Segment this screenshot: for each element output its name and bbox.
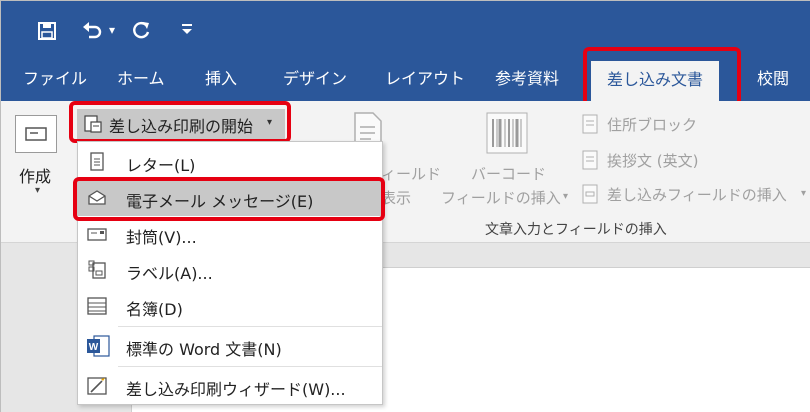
tab-file[interactable]: ファイル bbox=[23, 61, 87, 101]
menu-item-label: 差し込み印刷ウィザード(W)... bbox=[126, 380, 346, 399]
menu-separator bbox=[118, 326, 382, 327]
undo-dropdown-icon[interactable]: ▾ bbox=[109, 20, 115, 40]
greeting-line-icon bbox=[581, 150, 599, 174]
address-block-label: 住所ブロック bbox=[607, 116, 698, 134]
insert-merge-field-button[interactable]: 差し込みフィールドの挿入 ▾ bbox=[581, 181, 809, 207]
highlight-mailings-tab bbox=[583, 47, 741, 107]
create-button[interactable]: 作成 ▾ bbox=[9, 111, 65, 205]
create-label: 作成 bbox=[19, 167, 52, 186]
barcode-label-line1[interactable]: バーコード bbox=[471, 163, 546, 184]
menu-item-labels[interactable]: ラベル(A)... bbox=[78, 252, 382, 288]
word-document-icon: W bbox=[86, 335, 110, 357]
directory-icon bbox=[86, 295, 108, 317]
highlight-fields-label-line2: 表示 bbox=[381, 189, 412, 207]
redo-icon[interactable] bbox=[131, 21, 151, 46]
tab-references[interactable]: 参考資料 bbox=[495, 61, 559, 101]
insert-merge-field-icon bbox=[581, 184, 599, 208]
tab-review[interactable]: 校閲 bbox=[757, 61, 789, 101]
undo-icon[interactable] bbox=[81, 21, 103, 46]
labels-icon bbox=[86, 259, 108, 281]
insert-merge-field-label: 差し込みフィールドの挿入 bbox=[607, 186, 787, 204]
svg-text:W: W bbox=[89, 342, 99, 353]
menu-item-directory[interactable]: 名簿(D) bbox=[78, 288, 382, 324]
save-icon[interactable] bbox=[37, 21, 57, 46]
highlight-start-mail-merge bbox=[69, 101, 291, 143]
group-label-write-insert-fields: 文章入力とフィールドの挿入 bbox=[485, 222, 667, 238]
menu-item-label: レター(L) bbox=[126, 156, 196, 175]
menu-item-envelopes[interactable]: 封筒(V)... bbox=[78, 216, 382, 252]
barcode-icon bbox=[485, 111, 529, 159]
wizard-icon bbox=[86, 375, 108, 397]
address-block-icon bbox=[581, 114, 599, 138]
create-dropdown-icon: ▾ bbox=[35, 185, 41, 196]
highlight-fields-label-line1: ィールド bbox=[381, 165, 442, 183]
menu-item-label: ラベル(A)... bbox=[126, 264, 213, 283]
menu-item-mail-merge-wizard[interactable]: 差し込み印刷ウィザード(W)... bbox=[78, 368, 382, 404]
highlight-email-messages bbox=[73, 177, 385, 221]
tab-insert[interactable]: 挿入 bbox=[205, 61, 237, 101]
menu-item-label: 標準の Word 文書(N) bbox=[126, 340, 282, 359]
menu-item-letters[interactable]: レター(L) bbox=[78, 144, 382, 180]
customize-qat-icon[interactable] bbox=[181, 21, 193, 41]
menu-item-label: 名簿(D) bbox=[126, 300, 183, 319]
tab-design[interactable]: デザイン bbox=[283, 61, 347, 101]
menu-item-label: 封筒(V)... bbox=[126, 228, 197, 247]
envelope-icon bbox=[15, 115, 57, 153]
barcode-dropdown-icon: ▾ bbox=[563, 191, 569, 202]
insert-merge-field-dropdown-icon: ▾ bbox=[801, 188, 807, 199]
menu-item-normal-word-document[interactable]: W 標準の Word 文書(N) bbox=[78, 328, 382, 364]
tab-home[interactable]: ホーム bbox=[117, 61, 165, 101]
address-block-button[interactable]: 住所ブロック bbox=[581, 111, 801, 137]
envelope-icon bbox=[86, 223, 108, 245]
barcode-label-line2[interactable]: フィールドの挿入 bbox=[441, 187, 561, 208]
greeting-line-label: 挨拶文 (英文) bbox=[607, 152, 699, 170]
menu-separator bbox=[118, 366, 382, 367]
tab-layout[interactable]: レイアウト bbox=[385, 61, 465, 101]
greeting-line-button[interactable]: 挨拶文 (英文) bbox=[581, 147, 801, 173]
letter-icon bbox=[86, 151, 108, 173]
